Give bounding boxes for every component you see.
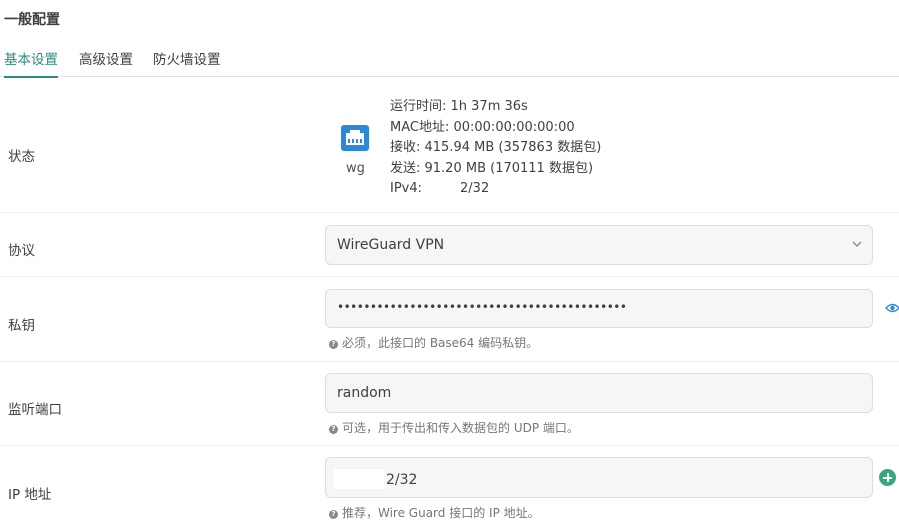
chevron-down-icon — [852, 241, 862, 247]
ip-address-label: IP 地址 — [8, 487, 52, 503]
protocol-value: WireGuard VPN — [337, 237, 445, 253]
help-icon: ? — [329, 510, 338, 519]
rx-text: 接收: 415.94 MB (357863 数据包) — [390, 140, 602, 155]
listen-port-hint-text: 可选，用于传出和传入数据包的 UDP 端口。 — [342, 421, 579, 435]
private-key-value: ••••••••••••••••••••••••••••••••••••••••… — [337, 300, 627, 314]
listen-port-label: 监听端口 — [8, 402, 62, 418]
protocol-select[interactable]: WireGuard VPN — [325, 225, 873, 265]
private-key-input[interactable]: ••••••••••••••••••••••••••••••••••••••••… — [325, 289, 873, 328]
ip-address-value: 2/32 — [386, 472, 418, 488]
listen-port-input[interactable]: random — [325, 373, 873, 413]
status-label: 状态 — [8, 149, 35, 165]
network-port-icon — [341, 125, 369, 151]
ipv4-label: IPv4: — [390, 181, 423, 196]
uptime-text: 运行时间: 1h 37m 36s — [390, 99, 528, 114]
protocol-label: 协议 — [8, 243, 35, 259]
ip-address-hint: ? 推荐，Wire Guard 接口的 IP 地址。 — [329, 504, 540, 521]
eye-icon[interactable] — [885, 302, 899, 314]
private-key-hint-text: 必须，此接口的 Base64 编码私钥。 — [342, 336, 539, 350]
listen-port-hint: ? 可选，用于传出和传入数据包的 UDP 端口。 — [329, 419, 579, 436]
interface-name: wg — [346, 161, 365, 176]
status-details: 运行时间: 1h 37m 36s MAC地址: 00:00:00:00:00:0… — [390, 97, 601, 200]
mac-text: MAC地址: 00:00:00:00:00:00 — [390, 119, 575, 135]
help-icon: ? — [329, 340, 338, 349]
ip-address-input[interactable]: 2/32 — [325, 457, 873, 498]
tab-firewall-settings[interactable]: 防火墙设置 — [153, 48, 221, 76]
tab-bar: 基本设置 高级设置 防火墙设置 — [0, 40, 899, 78]
tab-basic-settings[interactable]: 基本设置 — [4, 48, 58, 78]
private-key-hint: ? 必须，此接口的 Base64 编码私钥。 — [329, 334, 538, 351]
ipv4-line: IPv4: 2/32 — [390, 179, 601, 200]
redacted-block — [334, 469, 384, 489]
ip-address-hint-text: 推荐，Wire Guard 接口的 IP 地址。 — [342, 506, 540, 520]
section-title: 一般配置 — [4, 12, 60, 28]
ip-address-field-content: 2/32 — [334, 469, 417, 489]
listen-port-value: random — [337, 385, 392, 401]
private-key-label: 私钥 — [8, 318, 35, 334]
tx-text: 发送: 91.20 MB (170111 数据包) — [390, 160, 594, 176]
help-icon: ? — [329, 425, 338, 434]
add-icon[interactable] — [879, 469, 896, 486]
tab-advanced-settings[interactable]: 高级设置 — [79, 48, 133, 76]
ipv4-value: 2/32 — [460, 181, 490, 196]
